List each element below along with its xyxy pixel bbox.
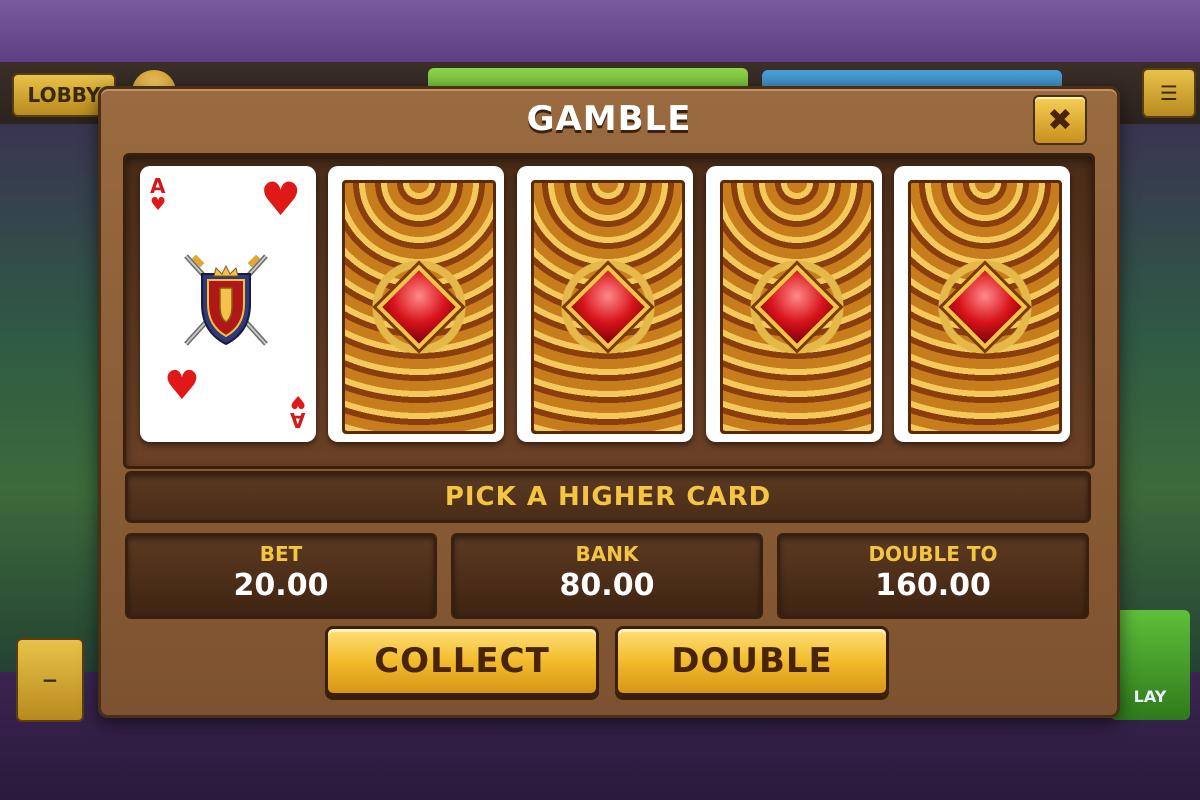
play-button[interactable]: LAY — [1110, 610, 1190, 720]
collect-button[interactable]: COLLECT — [325, 626, 599, 696]
double-button[interactable]: DOUBLE — [615, 626, 889, 696]
card-ace-of-hearts: A ♥ ♥ ♥ A ♥ — [140, 166, 316, 442]
bank-value: 80.00 — [559, 568, 655, 603]
card-back-3[interactable] — [706, 166, 882, 442]
card-back-pattern — [908, 180, 1062, 434]
cards-panel: A ♥ ♥ ♥ A ♥ — [123, 153, 1095, 469]
red-gem-icon — [376, 264, 462, 350]
bet-panel: BET 20.00 — [125, 533, 437, 619]
card-rank-bottom: A — [290, 408, 306, 432]
red-gem-icon — [942, 264, 1028, 350]
double-to-label: DOUBLE TO — [868, 542, 998, 566]
double-to-value: 160.00 — [875, 568, 991, 603]
gamble-dialog: GAMBLE ✖ A ♥ ♥ ♥ A ♥ PICK A HIGHER CARD … — [98, 86, 1120, 718]
card-rank-top: A — [150, 174, 166, 198]
bank-label: BANK — [575, 542, 639, 566]
heart-icon: ♥ — [260, 172, 302, 226]
card-back-pattern — [720, 180, 874, 434]
background-top-banner — [0, 0, 1200, 62]
dialog-title: GAMBLE — [526, 99, 692, 139]
heart-icon: ♥ — [150, 194, 167, 215]
shield-crest-icon — [184, 254, 268, 346]
double-to-panel: DOUBLE TO 160.00 — [777, 533, 1089, 619]
card-back-4[interactable] — [894, 166, 1070, 442]
menu-icon[interactable]: ☰ — [1142, 68, 1196, 118]
red-gem-icon — [754, 264, 840, 350]
card-back-pattern — [531, 180, 685, 434]
bet-value: 20.00 — [233, 568, 329, 603]
instruction-message: PICK A HIGHER CARD — [125, 471, 1091, 523]
bank-panel: BANK 80.00 — [451, 533, 763, 619]
close-button[interactable]: ✖ — [1033, 95, 1087, 145]
card-back-pattern — [342, 180, 496, 434]
card-back-2[interactable] — [517, 166, 693, 442]
minus-button[interactable]: − — [16, 638, 84, 722]
card-back-1[interactable] — [328, 166, 504, 442]
red-gem-icon — [565, 264, 651, 350]
heart-icon: ♥ — [290, 391, 307, 412]
bet-label: BET — [259, 542, 303, 566]
heart-icon: ♥ — [164, 363, 200, 409]
